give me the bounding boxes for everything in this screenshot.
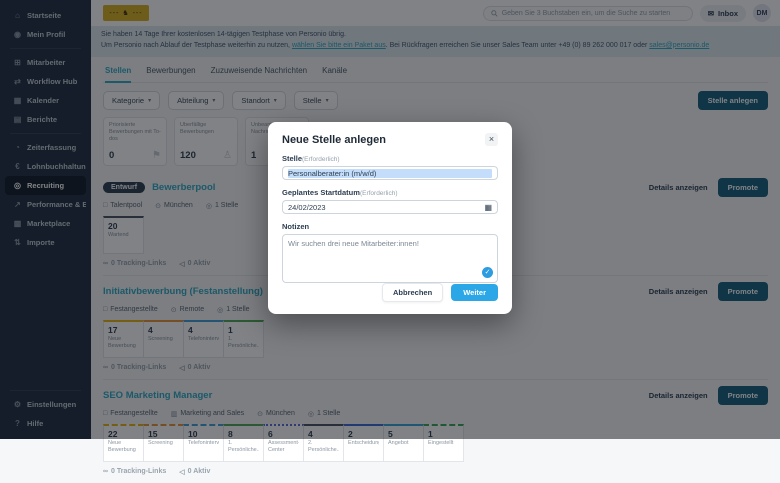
tracking-links[interactable]: ∞0 Tracking-Links: [103, 468, 166, 476]
tracking-label: 0 Tracking-Links: [111, 468, 166, 475]
new-position-modal: Neue Stelle anlegen × Stelle(Erforderlic…: [268, 122, 512, 314]
field-label-text: Stelle: [282, 154, 302, 163]
stage-label: Angebot: [388, 440, 419, 447]
stage-label: Entscheidung: [348, 440, 379, 447]
field-label-text: Notizen: [282, 222, 309, 231]
close-icon[interactable]: ×: [485, 133, 498, 146]
stage-label: Assessment-Center: [268, 440, 299, 454]
notizen-value: Wir suchen drei neue Mitarbeiter:innen!: [288, 239, 419, 248]
next-button[interactable]: Weiter: [451, 284, 498, 301]
startdatum-input-value: 24/02/2023: [288, 203, 326, 212]
calendar-icon[interactable]: ▦: [484, 203, 492, 212]
stelle-input[interactable]: Personalberater:in (m/w/d): [282, 166, 498, 180]
modal-header: Neue Stelle anlegen ×: [282, 133, 498, 146]
modal-footer: Abbrechen Weiter: [282, 283, 498, 302]
stage-label: 2. Persönliche...: [308, 440, 339, 454]
stage-label: Screening: [148, 440, 179, 447]
required-suffix: (Erforderlich): [302, 156, 340, 163]
required-suffix: (Erforderlich): [360, 190, 398, 197]
stage-label: Eingestellt: [428, 440, 459, 447]
active-label: 0 Aktiv: [188, 468, 211, 475]
stelle-input-value: Personalberater:in (m/w/d): [288, 169, 492, 178]
field-label-text: Geplantes Startdatum: [282, 188, 360, 197]
check-circle-icon[interactable]: ✓: [482, 267, 493, 278]
notizen-textarea[interactable]: Wir suchen drei neue Mitarbeiter:innen! …: [282, 234, 498, 283]
stage-label: 1. Persönliche...: [228, 440, 259, 454]
link-icon: ∞: [103, 468, 108, 475]
active-promotions[interactable]: ◁ 0 Aktiv: [179, 468, 210, 476]
stage-label: Neue Bewerbung: [108, 440, 139, 454]
startdatum-field-label: Geplantes Startdatum(Erforderlich): [282, 188, 498, 197]
stage-label: Telefoninterv: [188, 440, 219, 447]
startdatum-input[interactable]: 24/02/2023 ▦: [282, 200, 498, 214]
megaphone-icon: ◁: [179, 468, 184, 476]
notizen-field-label: Notizen: [282, 222, 498, 231]
stelle-field-label: Stelle(Erforderlich): [282, 154, 498, 163]
job-footer: ∞0 Tracking-Links ◁ 0 Aktiv: [103, 468, 768, 476]
cancel-button[interactable]: Abbrechen: [382, 283, 443, 302]
modal-title: Neue Stelle anlegen: [282, 134, 386, 146]
